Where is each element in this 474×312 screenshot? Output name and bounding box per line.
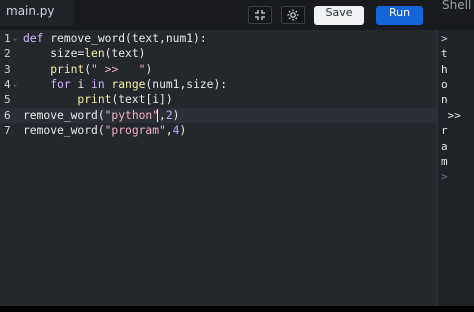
line-number: 2 [4,47,11,60]
code-line[interactable]: size=len(text) [23,46,145,61]
code-token: "program" [104,124,166,137]
run-button[interactable]: Run [376,6,423,25]
expand-button[interactable] [248,6,272,24]
toolbar: main.py Save Run Shell [0,0,474,30]
code-token: " >> " [91,63,146,76]
app-window: main.py Save Run Shell 1 ⌄ 2 3 4 ⌄ 5 6 7… [0,0,474,312]
code-line[interactable]: def remove_word(text,num1): [23,31,207,46]
shell-tab[interactable]: Shell [442,0,471,12]
code-token: remove_word( [23,109,105,122]
line-number-gutter: 1 ⌄ 2 3 4 ⌄ 5 6 7 [0,30,20,306]
code-token: "python" [104,109,160,122]
code-token: remove_word( [23,124,105,137]
console-line: o [441,78,448,91]
console-line: n [441,93,448,106]
line-number: 5 [4,93,11,106]
code-token: , [165,124,173,137]
settings-icon [287,6,299,25]
settings-button[interactable] [281,6,305,24]
code-token: range [111,78,146,91]
code-token: print [50,63,85,76]
save-button[interactable]: Save [314,6,364,25]
code-line[interactable]: remove_word("python",2) [23,108,179,123]
console-output[interactable]: > t h o n >> r a m > [438,30,474,306]
code-line[interactable]: print(text[i]) [23,92,173,107]
console-line: >> [441,109,461,122]
code-line[interactable]: print(" >> ") [23,62,152,77]
expand-icon [254,6,266,25]
bottom-edge [0,306,474,312]
code-line[interactable]: remove_word("program",4) [23,123,186,138]
console-line: > [441,32,448,45]
line-number: 1 [4,32,11,45]
code-token: ) [172,109,180,122]
code-token: remove_word(text,num1): [50,32,207,45]
console-line: m [441,155,448,168]
line-number: 3 [4,63,11,76]
code-token: def [23,32,51,45]
code-token: in [91,78,112,91]
code-line[interactable]: for i in range(num1,size): [23,77,227,92]
code-token: len [84,47,105,60]
code-token: for [50,78,78,91]
code-editor[interactable]: 1 ⌄ 2 3 4 ⌄ 5 6 7 def remove_word(text,n… [0,30,437,306]
code-token: 2 [165,109,173,122]
code-token: ) [145,63,153,76]
file-tab-main[interactable]: main.py [0,0,74,26]
code-token: print [77,93,112,106]
code-token: (text[i]) [111,93,173,106]
code-token: , [159,109,166,122]
line-number: 6 [4,109,11,122]
fold-arrow-icon[interactable]: ⌄ [13,77,17,92]
console-line: t [441,47,448,60]
console-line: r [441,124,448,137]
code-token: size= [23,47,85,60]
console-line: h [441,63,448,76]
fold-arrow-icon[interactable]: ⌄ [13,31,17,46]
console-prompt[interactable]: > [441,169,448,184]
console-line: a [441,140,448,153]
file-tab-label: main.py [6,4,55,18]
text-cursor [157,109,158,122]
line-number: 4 [4,78,11,91]
code-token: ) [179,124,187,137]
line-number: 7 [4,124,11,137]
code-token: (text) [104,47,146,60]
code-token: i [77,78,92,91]
code-token: (num1,size): [145,78,228,91]
